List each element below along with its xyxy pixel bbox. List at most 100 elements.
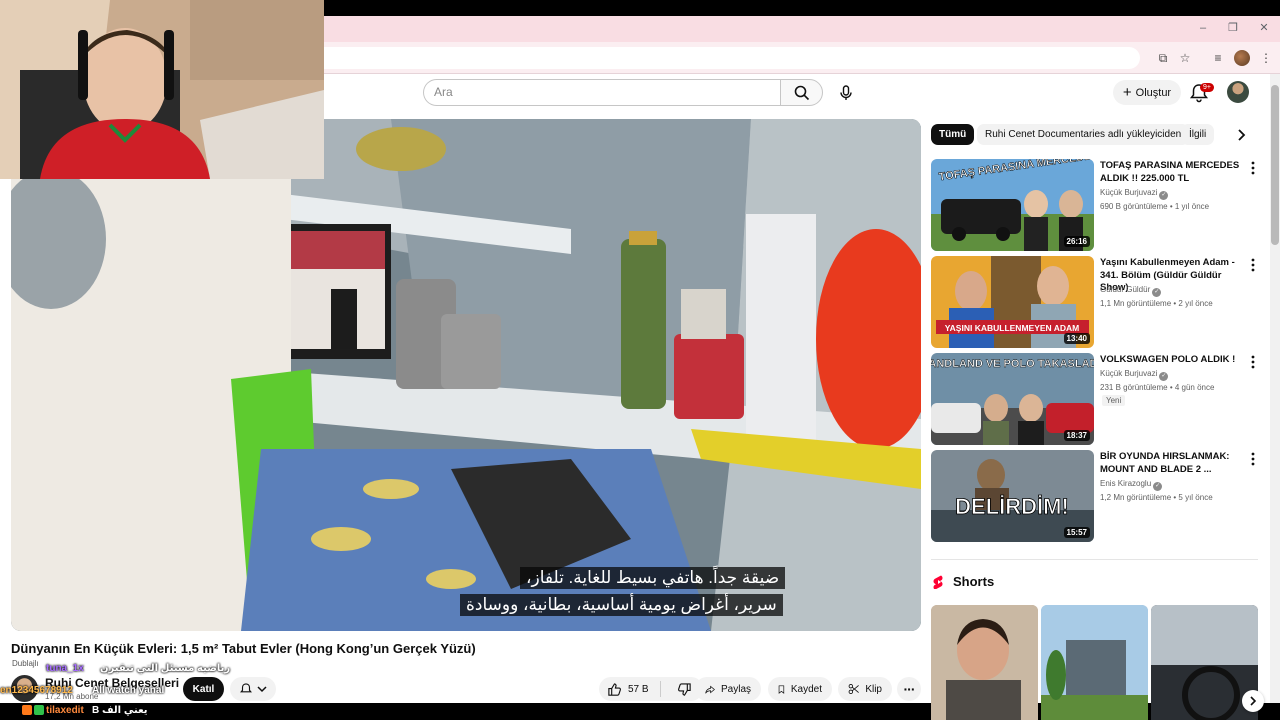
video-duration: 26:16 (1063, 236, 1090, 247)
recommendation-meta: 1,2 Mn görüntüleme • 5 yıl önce (1100, 493, 1213, 502)
chat-badge-icon (22, 705, 32, 715)
new-badge: Yeni (1102, 395, 1126, 406)
thumbnail-text: GRANDLAND VE POLO TAKASLADIK! (931, 358, 1094, 370)
chat-message: B يعني الف (92, 705, 148, 716)
shorts-icon (933, 575, 943, 589)
recommendation-item[interactable]: YAŞINI KABULLENMEYEN ADAM 13:40 Yaşını K… (931, 256, 1261, 348)
video-thumbnail[interactable]: GRANDLAND VE POLO TAKASLADIK! 18:37 (931, 353, 1094, 445)
clip-label: Klip (865, 683, 882, 695)
verified-icon: ✓ (1159, 372, 1169, 381)
clip-button[interactable]: Klip (838, 677, 892, 701)
chevron-right-icon (1250, 696, 1257, 706)
like-dislike-group: 57 B (599, 677, 703, 701)
chip-from-uploader[interactable]: Ruhi Cenet Documentaries adlı yükleyicid… (977, 124, 1190, 145)
chat-message: All watch yanal (92, 685, 165, 696)
chat-badge-icon (34, 705, 44, 715)
video-thumbnail[interactable]: YAŞINI KABULLENMEYEN ADAM 13:40 (931, 256, 1094, 348)
video-duration: 13:40 (1063, 333, 1090, 344)
chat-username: en12345678912 (0, 685, 73, 696)
bookmark-star-icon[interactable]: ☆ (1177, 50, 1193, 66)
more-actions-button[interactable]: ··· (897, 677, 921, 701)
recommendation-meta: 690 B görüntüleme • 1 yıl önce (1100, 202, 1210, 211)
more-vertical-icon[interactable] (1248, 452, 1258, 466)
webcam-image (0, 0, 324, 179)
scissors-icon (848, 683, 859, 695)
subscription-bell-button[interactable] (230, 677, 276, 701)
thumbs-down-icon (678, 682, 692, 696)
search-input[interactable]: Ara (423, 79, 781, 106)
address-bar[interactable] (300, 47, 1140, 69)
shorts-next-button[interactable] (1242, 690, 1264, 712)
browser-profile-avatar[interactable] (1234, 50, 1250, 66)
recommendation-title: BİR OYUNDA HIRSLANMAK: MOUNT AND BLADE 2… (1100, 451, 1230, 475)
recommendation-item[interactable]: TOFAŞ PARASINA MERCEDES ALDIK 26:16 TOFA… (931, 159, 1261, 251)
video-thumbnail[interactable]: DELİRDİM! 15:57 (931, 450, 1094, 542)
maximize-button[interactable]: ❐ (1218, 18, 1248, 38)
chip-related[interactable]: İlgili (1181, 124, 1215, 145)
chat-username: tuna_1x (46, 663, 84, 674)
shorts-heading: Shorts (953, 574, 995, 589)
verified-icon: ✓ (1152, 288, 1162, 297)
subtitle-line-2: سرير، أغراض يومية أساسية، بطانية، ووسادة (460, 594, 783, 616)
verified-icon: ✓ (1159, 191, 1169, 200)
notification-count-badge: 9+ (1200, 83, 1214, 92)
recommendation-meta: 231 B görüntüleme • 4 gün önce (1100, 383, 1215, 392)
like-button[interactable]: 57 B (599, 677, 654, 701)
more-vertical-icon[interactable] (1248, 258, 1258, 272)
dubbed-label: Dublajlı (12, 659, 39, 668)
media-controls-icon[interactable]: ≡ (1210, 50, 1226, 66)
recommendation-channel: Güldür Güldür ✓ (1100, 285, 1162, 297)
voice-search-button[interactable] (832, 79, 860, 106)
recommendation-item[interactable]: DELİRDİM! 15:57 BİR OYUNDA HIRSLANMAK: M… (931, 450, 1261, 542)
video-frame (11, 119, 921, 631)
video-duration: 15:57 (1063, 527, 1090, 538)
scrollbar-thumb[interactable] (1271, 85, 1279, 245)
chip-all[interactable]: Tümü (931, 124, 975, 145)
video-thumbnail[interactable]: TOFAŞ PARASINA MERCEDES ALDIK 26:16 (931, 159, 1094, 251)
recommendation-meta: 1,1 Mn görüntüleme • 2 yıl önce (1100, 299, 1213, 308)
like-divider (659, 681, 661, 697)
share-button[interactable]: Paylaş (695, 677, 761, 701)
plus-icon: + (1122, 84, 1132, 101)
browser-menu-icon[interactable]: ⋮ (1258, 50, 1274, 66)
close-window-button[interactable]: ✕ (1249, 18, 1279, 38)
user-avatar[interactable] (1227, 81, 1249, 103)
share-label: Paylaş (720, 683, 751, 695)
chat-message: رياضيه مسنئل التي تنقيرن (100, 663, 231, 674)
share-icon (705, 685, 715, 693)
save-label: Kaydet (790, 683, 822, 695)
recommendation-channel: Enis Kirazoglu ✓ (1100, 479, 1163, 491)
install-app-icon[interactable]: ⧉ (1155, 50, 1171, 66)
thumbnail-text: YAŞINI KABULLENMEYEN ADAM (945, 323, 1079, 333)
more-vertical-icon[interactable] (1248, 161, 1258, 175)
search-button[interactable] (780, 79, 823, 106)
more-horizontal-icon: ··· (903, 681, 916, 697)
thumbs-up-icon (608, 682, 621, 696)
recommendation-title: VOLKSWAGEN POLO ALDIK ! (1100, 354, 1236, 365)
join-button[interactable]: Katıl (183, 677, 224, 701)
more-vertical-icon[interactable] (1248, 355, 1258, 369)
short-thumbnail[interactable] (931, 605, 1038, 720)
verified-icon: ✓ (1153, 482, 1163, 491)
bookmark-icon (778, 684, 785, 694)
recommendation-channel: Küçük Burjuvazi ✓ (1100, 188, 1169, 200)
recommendation-title: TOFAŞ PARASINA MERCEDES ALDIK !! 225.000… (1100, 160, 1240, 184)
subtitle-line-1: ضيقة جداً. هاتفي بسيط للغاية. تلفاز، (520, 567, 786, 589)
bell-icon (240, 683, 252, 693)
video-player[interactable] (11, 119, 921, 631)
chevron-right-icon[interactable] (1232, 126, 1250, 144)
like-count: 57 B (628, 683, 649, 695)
save-button[interactable]: Kaydet (768, 677, 832, 701)
create-button[interactable]: + Oluştur (1113, 80, 1181, 105)
minimize-button[interactable]: – (1188, 18, 1218, 38)
video-title: Dünyanın En Küçük Evleri: 1,5 m² Tabut E… (11, 641, 476, 656)
chevron-down-icon (257, 686, 267, 693)
webcam-overlay (0, 0, 324, 179)
section-divider (931, 559, 1258, 560)
recommendation-item[interactable]: GRANDLAND VE POLO TAKASLADIK! 18:37 VOLK… (931, 353, 1261, 445)
create-label: Oluştur (1135, 86, 1172, 99)
short-thumbnail[interactable] (1041, 605, 1148, 720)
search-icon (794, 85, 809, 100)
microphone-icon (840, 84, 852, 100)
chat-username: tilaxedit (46, 705, 84, 716)
